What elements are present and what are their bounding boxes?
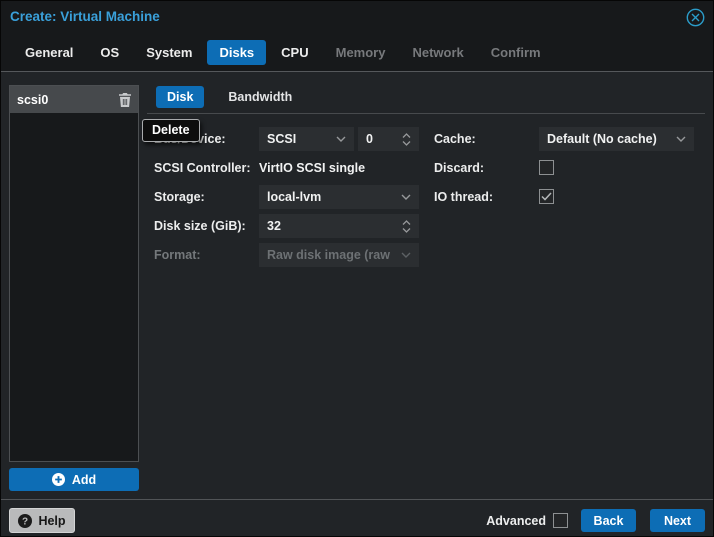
- io-thread-checkbox[interactable]: [539, 189, 554, 204]
- disk-list-item-scsi0[interactable]: scsi0: [10, 86, 138, 113]
- tab-general[interactable]: General: [13, 40, 85, 65]
- back-button[interactable]: Back: [581, 509, 636, 532]
- device-number-value: 0: [366, 132, 373, 146]
- chevron-down-icon: [401, 194, 411, 200]
- tab-confirm: Confirm: [490, 45, 541, 60]
- chevron-down-icon: [336, 136, 346, 142]
- title-bar: Create: Virtual Machine: [1, 1, 713, 34]
- discard-checkbox[interactable]: [539, 160, 554, 175]
- footer-actions: Advanced Back Next: [486, 509, 705, 532]
- disk-size-value: 32: [267, 219, 281, 233]
- header-separator: [1, 71, 713, 72]
- bus-select-value: SCSI: [267, 132, 297, 146]
- spinner-arrows-icon[interactable]: [402, 219, 411, 234]
- wizard-tabbar: General OS System Disks CPU Memory Netwo…: [1, 34, 713, 71]
- device-number-stepper[interactable]: 0: [358, 127, 419, 151]
- subtab-bandwidth[interactable]: Bandwidth: [217, 86, 303, 108]
- bus-select[interactable]: SCSI: [259, 127, 354, 151]
- tab-cpu[interactable]: CPU: [269, 40, 320, 65]
- discard-label: Discard:: [434, 161, 485, 175]
- trash-icon[interactable]: [119, 92, 131, 107]
- io-thread-label: IO thread:: [434, 190, 494, 204]
- tab-os[interactable]: OS: [88, 40, 131, 65]
- disk-subtabs: Disk Bandwidth: [156, 86, 303, 108]
- dialog-title: Create: Virtual Machine: [10, 9, 160, 24]
- close-icon[interactable]: [686, 8, 705, 27]
- create-vm-dialog: Create: Virtual Machine General OS Syste…: [0, 0, 714, 537]
- storage-select-value: local-lvm: [267, 190, 322, 204]
- subtab-disk[interactable]: Disk: [156, 86, 205, 108]
- format-select-value: Raw disk image (raw: [267, 248, 390, 262]
- scsi-controller-label: SCSI Controller:: [154, 161, 251, 175]
- cache-select[interactable]: Default (No cache): [539, 127, 694, 151]
- chevron-down-icon: [676, 136, 686, 142]
- disk-list-panel: scsi0: [9, 85, 139, 462]
- spinner-arrows-icon[interactable]: [402, 132, 411, 147]
- tab-network: Network: [412, 45, 464, 60]
- disk-item-label: scsi0: [17, 92, 49, 107]
- chevron-down-icon: [401, 252, 411, 258]
- help-button-label: Help: [38, 513, 66, 528]
- advanced-checkbox[interactable]: [553, 513, 568, 528]
- scsi-controller-value: VirtIO SCSI single: [259, 161, 366, 175]
- cache-select-value: Default (No cache): [547, 132, 657, 146]
- format-select-disabled: Raw disk image (raw: [259, 243, 419, 267]
- footer-bar: ? Help Advanced Back Next: [1, 499, 713, 536]
- svg-text:?: ?: [22, 516, 28, 527]
- checkmark-icon: [541, 192, 552, 201]
- tab-disks[interactable]: Disks: [207, 40, 267, 65]
- disk-size-stepper[interactable]: 32: [259, 214, 419, 238]
- question-circle-icon: ?: [18, 513, 33, 528]
- storage-select[interactable]: local-lvm: [259, 185, 419, 209]
- next-button[interactable]: Next: [650, 509, 705, 532]
- tab-memory: Memory: [335, 45, 386, 60]
- help-button[interactable]: ? Help: [9, 508, 75, 533]
- advanced-label: Advanced: [486, 513, 546, 528]
- storage-label: Storage:: [154, 190, 205, 204]
- cache-label: Cache:: [434, 132, 476, 146]
- add-disk-button[interactable]: Add: [9, 468, 139, 491]
- subtab-separator: [147, 113, 705, 114]
- format-label: Format:: [154, 248, 201, 262]
- plus-circle-icon: [51, 473, 65, 486]
- tab-system[interactable]: System: [134, 40, 204, 65]
- delete-tooltip: Delete: [142, 119, 200, 142]
- add-button-label: Add: [71, 472, 97, 487]
- disk-size-label: Disk size (GiB):: [154, 219, 246, 233]
